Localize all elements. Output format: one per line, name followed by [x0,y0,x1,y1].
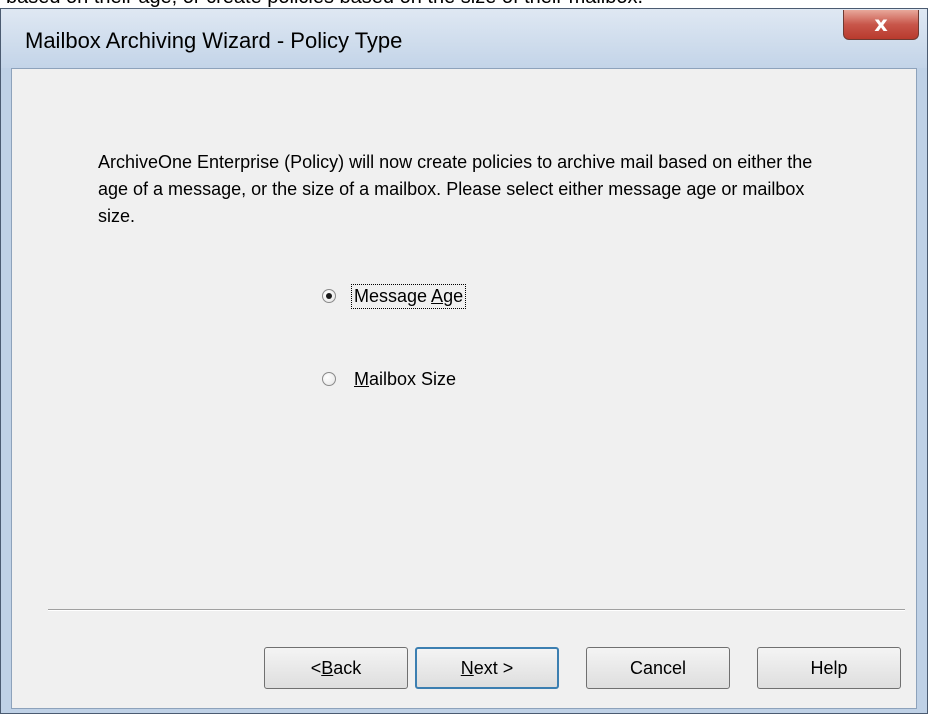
next-button[interactable]: Next > [415,647,559,689]
radio-message-age[interactable]: Message Age [322,281,467,311]
radio-selected-dot [326,293,332,299]
radio-icon[interactable] [322,372,336,386]
help-button[interactable]: Help [757,647,901,689]
radio-icon[interactable] [322,289,336,303]
back-button[interactable]: < Back [264,647,408,689]
window-title: Mailbox Archiving Wizard - Policy Type [25,28,403,53]
radio-message-age-label[interactable]: Message Age [350,283,467,309]
radio-mailbox-size-label[interactable]: Mailbox Size [352,368,458,391]
wizard-window: Mailbox Archiving Wizard - Policy Type x… [0,8,928,714]
close-button[interactable]: x [843,10,919,40]
wizard-page: ArchiveOne Enterprise (Policy) will now … [11,68,917,709]
radio-mailbox-size[interactable]: Mailbox Size [322,364,458,394]
intro-text: ArchiveOne Enterprise (Policy) will now … [98,152,813,226]
separator [48,609,905,611]
cancel-button[interactable]: Cancel [586,647,730,689]
title-bar[interactable]: Mailbox Archiving Wizard - Policy Type x [1,9,927,68]
close-icon: x [874,12,888,36]
